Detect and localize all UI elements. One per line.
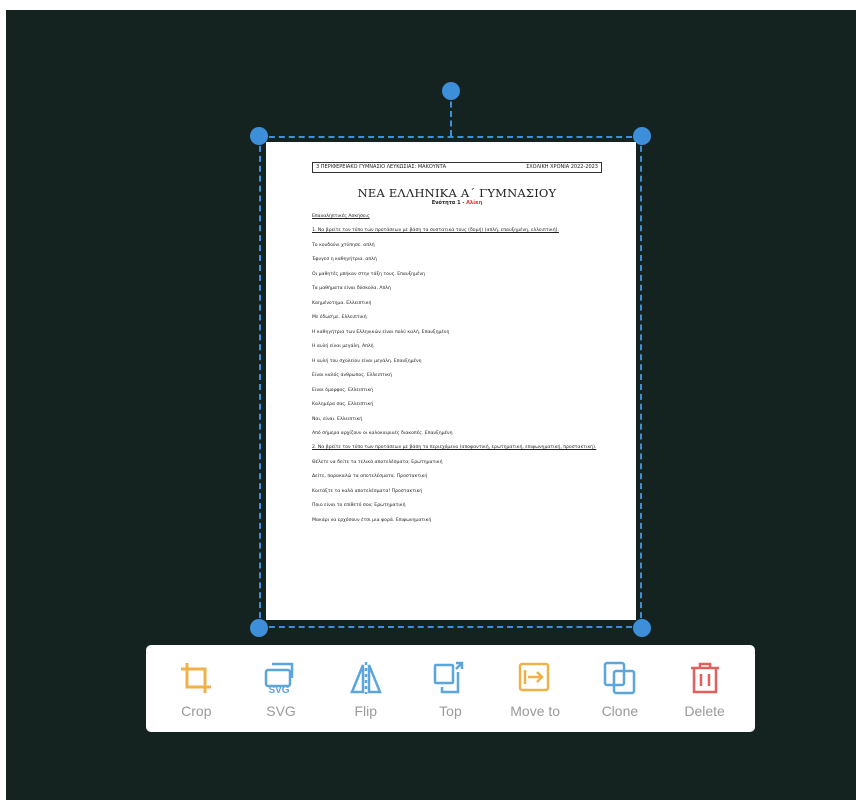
resize-handle-top-left[interactable] bbox=[250, 127, 268, 145]
trash-icon bbox=[687, 659, 723, 697]
move-to-button[interactable]: Move to bbox=[499, 645, 571, 732]
svg-text:SVG: SVG bbox=[268, 685, 289, 696]
rotate-handle[interactable] bbox=[442, 82, 460, 100]
bring-to-top-icon bbox=[432, 659, 468, 697]
delete-button[interactable]: Delete bbox=[669, 645, 741, 732]
crop-label: Crop bbox=[181, 703, 212, 719]
flip-button[interactable]: Flip bbox=[330, 645, 402, 732]
svg-icon: SVG bbox=[262, 659, 300, 697]
clone-button[interactable]: Clone bbox=[584, 645, 656, 732]
resize-handle-bottom-right[interactable] bbox=[633, 619, 651, 637]
flip-icon bbox=[348, 659, 384, 697]
svg-button[interactable]: SVG SVG bbox=[245, 645, 317, 732]
move-to-icon bbox=[516, 659, 554, 697]
flip-label: Flip bbox=[354, 703, 378, 719]
selection-frame[interactable] bbox=[259, 136, 642, 628]
move-to-label: Move to bbox=[510, 703, 561, 719]
svg-label: SVG bbox=[266, 703, 296, 719]
delete-label: Delete bbox=[684, 703, 725, 719]
top-label: Top bbox=[439, 703, 462, 719]
crop-button[interactable]: Crop bbox=[160, 645, 232, 732]
crop-icon bbox=[178, 659, 214, 697]
resize-handle-top-right[interactable] bbox=[633, 127, 651, 145]
clone-icon bbox=[602, 659, 638, 697]
top-button[interactable]: Top bbox=[414, 645, 486, 732]
object-toolbar: Crop SVG SVG Flip Top Move to Clone Dele… bbox=[146, 645, 755, 732]
resize-handle-bottom-left[interactable] bbox=[250, 619, 268, 637]
clone-label: Clone bbox=[601, 703, 639, 719]
